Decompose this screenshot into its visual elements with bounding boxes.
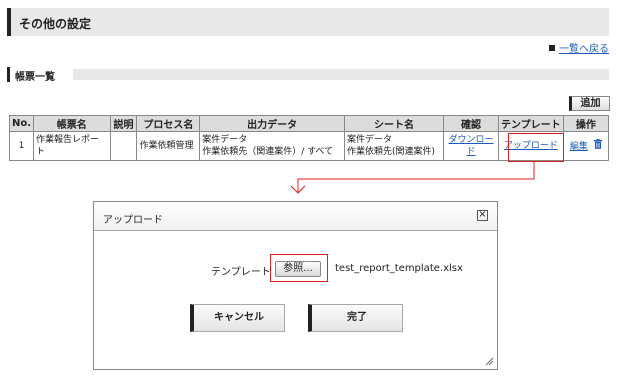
col-header-no: No. xyxy=(8,115,35,132)
edit-link[interactable]: 編集 xyxy=(570,142,588,152)
trash-icon-glyph xyxy=(593,139,602,149)
callout-connector xyxy=(290,162,535,194)
resize-grip-icon[interactable] xyxy=(485,357,494,366)
dialog-titlebar[interactable]: アップロード × xyxy=(94,202,497,231)
section-title: 帳票一覧 xyxy=(15,72,55,83)
section-header: 帳票一覧 xyxy=(7,67,609,83)
add-report-button[interactable]: 追加 xyxy=(569,96,610,111)
back-to-list-label: 一覧へ戻る xyxy=(559,44,609,55)
col-header-actions: 操作 xyxy=(562,115,610,132)
section-strip xyxy=(73,69,609,80)
sheet-name-line1: 案件データ xyxy=(346,135,392,145)
done-button[interactable]: 完了 xyxy=(308,304,403,332)
col-header-confirm: 確認 xyxy=(443,115,499,132)
page-header: その他の設定 xyxy=(7,8,609,36)
cancel-button[interactable]: キャンセル xyxy=(190,304,285,332)
cell-description xyxy=(109,131,138,161)
output-data-line2: 作業依頼先（関連案件）/ すべて xyxy=(202,147,334,157)
back-to-list-link[interactable]: 一覧へ戻る xyxy=(549,40,609,55)
cell-output-data: 案件データ 作業依頼先（関連案件）/ すべて xyxy=(199,131,345,161)
upload-link-highlight xyxy=(508,133,564,162)
browse-button-highlight xyxy=(270,254,328,282)
upload-dialog: アップロード × テンプレート 参照... test_report_templa… xyxy=(93,201,498,370)
table-header-row: No. 帳票名 説明 プロセス名 出力データ シート名 確認 テンプレート 操作 xyxy=(8,115,610,132)
output-data-line1: 案件データ xyxy=(202,135,248,145)
bullet-square-icon xyxy=(549,44,555,51)
template-label: テンプレート xyxy=(211,267,271,278)
cell-actions: 編集 xyxy=(562,131,610,161)
col-header-template: テンプレート xyxy=(497,115,564,132)
dialog-title: アップロード xyxy=(103,215,163,226)
section-bar xyxy=(7,67,10,82)
page-title: その他の設定 xyxy=(19,17,92,31)
col-header-report-name: 帳票名 xyxy=(33,115,111,132)
cell-no: 1 xyxy=(8,131,35,161)
col-header-description: 説明 xyxy=(109,115,138,132)
close-icon[interactable]: × xyxy=(477,210,488,221)
selected-filename: test_report_template.xlsx xyxy=(335,263,463,274)
col-header-process-name: プロセス名 xyxy=(136,115,201,132)
col-header-output-data: 出力データ xyxy=(199,115,345,132)
sheet-name-line2: 作業依頼先(関連案件) xyxy=(346,147,436,157)
download-link[interactable]: ダウンロード xyxy=(449,135,494,157)
cell-report-name: 作業報告レポート xyxy=(33,131,111,161)
cell-sheet-name: 案件データ 作業依頼先(関連案件) xyxy=(343,131,445,161)
col-header-sheet-name: シート名 xyxy=(343,115,445,132)
trash-icon[interactable] xyxy=(593,139,602,153)
cell-confirm: ダウンロード xyxy=(443,131,499,161)
cell-process-name: 作業依頼管理 xyxy=(136,131,201,161)
